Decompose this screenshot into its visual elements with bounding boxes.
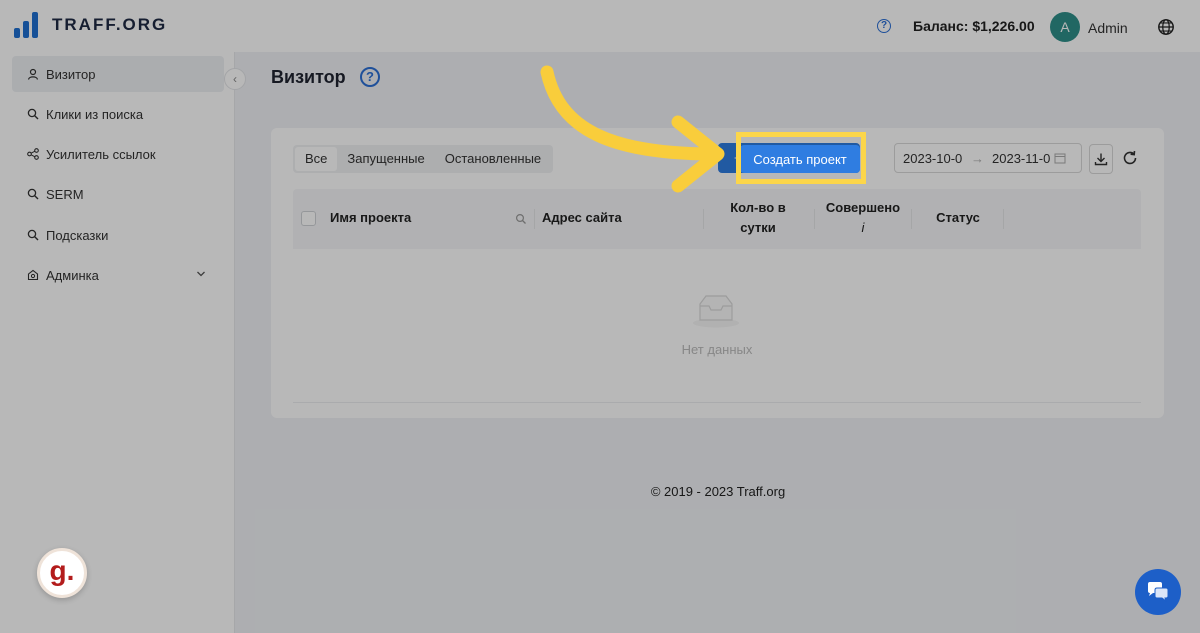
date-to[interactable]: 2023-11-0 (992, 151, 1052, 166)
avatar[interactable]: A (1050, 12, 1080, 42)
sidebar-item-label: Усилитель ссылок (46, 146, 156, 162)
page-title: Визитор (271, 67, 346, 87)
logo[interactable]: TRAFF.ORG (14, 12, 167, 38)
arrow-right-icon: → (971, 150, 984, 166)
g-widget-button[interactable]: g. (37, 548, 87, 598)
download-button[interactable] (1089, 144, 1113, 174)
column-header-site-address[interactable]: Адрес сайта (542, 208, 622, 228)
status-filter-tabs: Все Запущенные Остановленные (293, 145, 554, 173)
header-help-icon[interactable]: ? (877, 19, 891, 33)
search-icon (26, 108, 39, 121)
pointer-arrow-icon (540, 65, 725, 193)
user-name[interactable]: Admin (1088, 20, 1128, 36)
column-search-icon[interactable] (515, 213, 527, 225)
column-header-daily-count-line2: сутки (740, 220, 776, 235)
top-header: TRAFF.ORG ? Баланс: $1,226.00 A Admin (0, 0, 1200, 52)
sidebar-item-visitor[interactable]: Визитор (12, 56, 224, 92)
refresh-icon[interactable] (1121, 149, 1139, 167)
tab-all[interactable]: Все (295, 147, 338, 171)
sidebar-item-link-booster[interactable]: Усилитель ссылок (12, 136, 224, 172)
balance-text: Баланс: $1,226.00 (913, 18, 1035, 34)
create-project-button-highlighted[interactable]: Создать проект (740, 145, 860, 173)
sidebar-item-serm[interactable]: SERM (12, 176, 224, 212)
create-project-label: Создать проект (753, 151, 847, 167)
shield-icon (26, 269, 39, 282)
sidebar-collapse-button[interactable]: ‹ (224, 68, 246, 90)
sidebar-item-hints[interactable]: Подсказки (12, 217, 224, 253)
column-header-status[interactable]: Статус (920, 208, 996, 228)
info-icon[interactable]: i (818, 218, 908, 238)
sidebar-item-search-clicks[interactable]: Клики из поиска (12, 96, 224, 132)
search-icon (26, 188, 39, 201)
sidebar-item-label: SERM (46, 186, 84, 202)
footer-copyright: © 2019 - 2023 Traff.org (650, 484, 786, 499)
column-divider (534, 209, 535, 229)
column-divider (911, 209, 912, 229)
sidebar-item-label: Клики из поиска (46, 106, 144, 122)
user-icon (26, 68, 39, 81)
column-divider (1003, 209, 1004, 229)
sidebar-item-label: Визитор (46, 66, 96, 82)
page-help-icon[interactable]: ? (360, 67, 380, 87)
column-header-project-name[interactable]: Имя проекта (330, 208, 411, 228)
sidebar-item-label: Админка (46, 267, 99, 283)
empty-state-text: Нет данных (681, 342, 753, 357)
tab-stopped[interactable]: Остановленные (435, 147, 551, 171)
column-header-daily-count[interactable]: Кол-во в сутки (713, 198, 803, 238)
calendar-icon (1054, 153, 1066, 164)
chat-icon (1148, 582, 1169, 603)
select-all-checkbox[interactable] (301, 211, 316, 226)
chevron-down-icon (197, 271, 205, 277)
date-range-picker[interactable]: 2023-10-0 → 2023-11-0 (894, 143, 1082, 173)
column-divider (703, 209, 704, 229)
logo-bars-icon (14, 12, 38, 38)
column-divider (814, 209, 815, 229)
sidebar-item-label: Подсказки (46, 227, 109, 243)
search-icon (26, 229, 39, 242)
download-icon (1094, 153, 1108, 166)
share-icon (26, 148, 39, 161)
logo-text: TRAFF.ORG (52, 15, 168, 34)
empty-inbox-icon (693, 295, 739, 328)
sidebar-item-admin[interactable]: Админка (12, 257, 224, 293)
column-header-completed[interactable]: Совершено i (818, 198, 908, 238)
column-header-completed-line1: Совершено (825, 200, 901, 215)
date-from[interactable]: 2023-10-0 (903, 151, 963, 166)
app-root: TRAFF.ORG ? Баланс: $1,226.00 A Admin Ви… (0, 0, 1200, 633)
tab-running[interactable]: Запущенные (337, 147, 434, 171)
globe-icon[interactable] (1157, 18, 1175, 36)
chat-button[interactable] (1135, 569, 1181, 615)
table-bottom-border (293, 402, 1141, 403)
